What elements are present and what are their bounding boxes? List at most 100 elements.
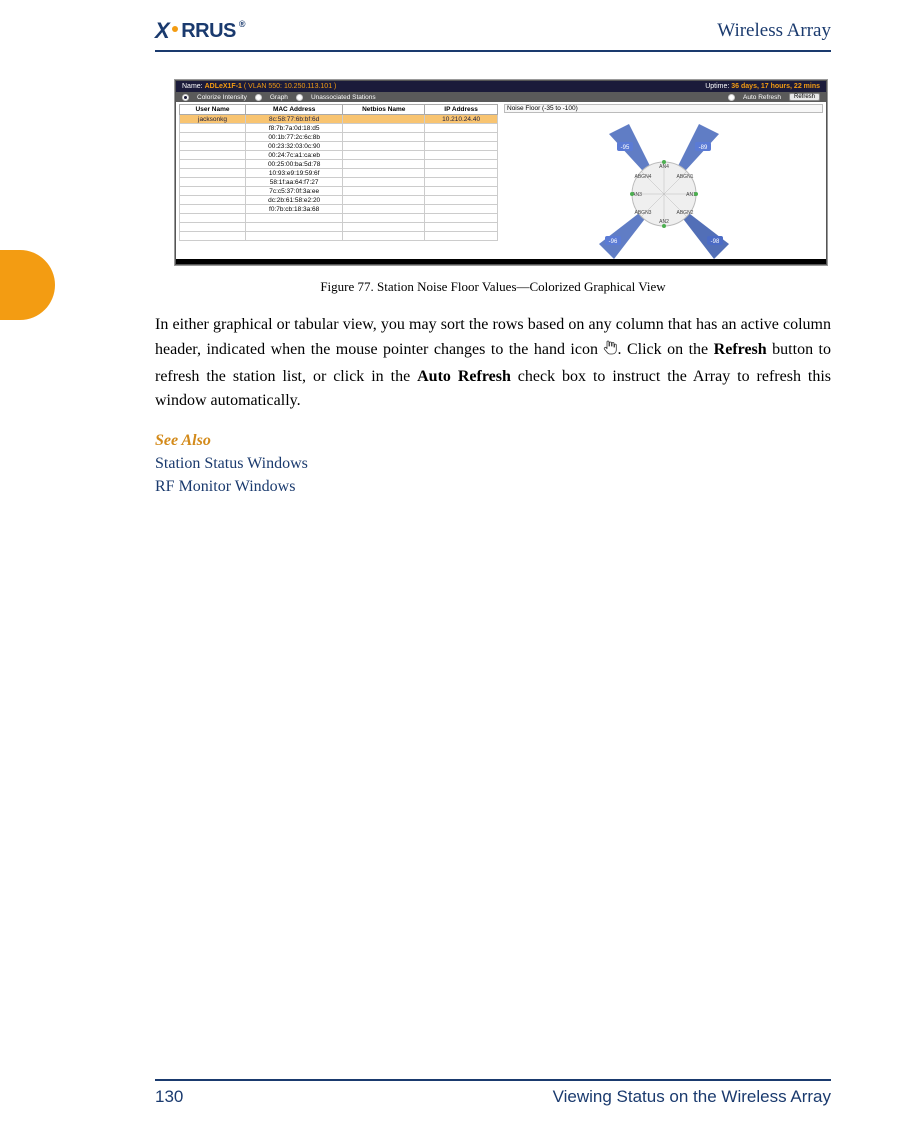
auto-refresh-bold: Auto Refresh — [417, 368, 511, 385]
table-cell: f0:7b:cb:18:3a:68 — [246, 205, 343, 214]
table-cell: f8:7b:7a:0d:18:d5 — [246, 124, 343, 133]
sector-label: ABGN4 — [634, 174, 651, 180]
table-cell: dc:2b:61:58:e2:20 — [246, 196, 343, 205]
body-paragraph: In either graphical or tabular view, you… — [155, 313, 831, 414]
radial-diagram: AN4 ABGN1 AN1 ABGN2 AN2 ABGN3 AN3 ABGN4 — [589, 124, 739, 264]
table-cell — [246, 232, 343, 241]
noise-badge: -96 — [608, 239, 617, 245]
table-cell — [343, 187, 425, 196]
table-row: 10:93:e9:19:59:6f — [180, 169, 498, 178]
refresh-button[interactable]: Refresh — [789, 93, 820, 101]
radio-icon[interactable] — [728, 94, 735, 101]
table-cell — [180, 133, 246, 142]
table-header[interactable]: IP Address — [425, 105, 498, 115]
table-header[interactable]: Netbios Name — [343, 105, 425, 115]
page-header: X RRUS ® Wireless Array — [155, 18, 831, 52]
body-text: . Click on the — [617, 341, 713, 358]
table-row — [180, 223, 498, 232]
doc-title: Wireless Array — [717, 20, 831, 42]
hand-icon — [603, 340, 617, 365]
table-cell — [180, 124, 246, 133]
auto-refresh-label[interactable]: Auto Refresh — [743, 94, 781, 101]
see-also-heading: See Also — [155, 432, 831, 450]
radio-icon[interactable] — [296, 94, 303, 101]
see-also: See Also Station Status Windows RF Monit… — [155, 432, 831, 498]
unassoc-label[interactable]: Unassociated Stations — [311, 94, 376, 101]
table-cell — [180, 142, 246, 151]
table-cell — [425, 223, 498, 232]
table-cell — [180, 205, 246, 214]
page-footer: 130 Viewing Status on the Wireless Array — [155, 1079, 831, 1107]
noise-floor-label: Noise Floor (-35 to -100) — [504, 104, 823, 113]
table-cell — [180, 196, 246, 205]
colorize-label[interactable]: Colorize Intensity — [197, 94, 247, 101]
table-cell: 00:23:32:03:0c:90 — [246, 142, 343, 151]
screenshot-subbar: Colorize Intensity Graph Unassociated St… — [176, 92, 826, 102]
table-cell — [343, 160, 425, 169]
uptime-value: 36 days, 17 hours, 22 mins — [731, 83, 820, 90]
table-cell: 58:1f:aa:64:f7:27 — [246, 178, 343, 187]
table-cell: 10.210.24.40 — [425, 115, 498, 124]
table-cell — [180, 214, 246, 223]
table-row: 7c:c5:37:0f:3a:ee — [180, 187, 498, 196]
see-also-link[interactable]: Station Status Windows — [155, 452, 831, 475]
refresh-bold: Refresh — [714, 341, 767, 358]
table-cell — [343, 196, 425, 205]
table-cell — [425, 187, 498, 196]
table-row: 58:1f:aa:64:f7:27 — [180, 178, 498, 187]
table-cell: 00:24:7c:a1:ca:eb — [246, 151, 343, 160]
table-row: jacksonkg8c:58:77:6b:bf:6d 10.210.24.40 — [180, 115, 498, 124]
noise-badge: -89 — [698, 145, 707, 151]
table-cell — [343, 214, 425, 223]
table-cell — [180, 169, 246, 178]
table-cell — [425, 196, 498, 205]
page-number: 130 — [155, 1087, 183, 1107]
logo-x: X — [155, 18, 169, 44]
table-cell — [180, 232, 246, 241]
table-cell — [343, 205, 425, 214]
table-header[interactable]: User Name — [180, 105, 246, 115]
table-cell — [425, 133, 498, 142]
table-row: 00:23:32:03:0c:90 — [180, 142, 498, 151]
sector-label: ABGN2 — [676, 210, 693, 216]
table-row: 00:25:00:ba:5d:78 — [180, 160, 498, 169]
table-cell — [343, 142, 425, 151]
table-cell — [343, 124, 425, 133]
table-cell: 8c:58:77:6b:bf:6d — [246, 115, 343, 124]
figure: Name: ADLeX1F-1 ( VLAN 550: 10.250.113.1… — [175, 80, 811, 295]
table-cell — [425, 205, 498, 214]
table-cell — [343, 115, 425, 124]
table-cell — [246, 223, 343, 232]
logo: X RRUS ® — [155, 18, 244, 44]
radio-icon[interactable] — [182, 94, 189, 101]
table-cell — [180, 160, 246, 169]
graph-label[interactable]: Graph — [270, 94, 288, 101]
screenshot: Name: ADLeX1F-1 ( VLAN 550: 10.250.113.1… — [175, 80, 827, 265]
table-cell — [425, 151, 498, 160]
table-row: 00:24:7c:a1:ca:eb — [180, 151, 498, 160]
radio-icon[interactable] — [255, 94, 262, 101]
table-cell — [180, 223, 246, 232]
table-cell — [425, 124, 498, 133]
table-cell — [425, 142, 498, 151]
logo-dot-icon — [172, 26, 178, 32]
table-cell — [425, 232, 498, 241]
footer-section: Viewing Status on the Wireless Array — [553, 1087, 831, 1107]
table-cell — [425, 214, 498, 223]
logo-reg: ® — [239, 19, 245, 29]
table-cell: 7c:c5:37:0f:3a:ee — [246, 187, 343, 196]
table-row: 00:1b:77:2c:6c:8b — [180, 133, 498, 142]
table-header[interactable]: MAC Address — [246, 105, 343, 115]
table-cell: 10:93:e9:19:59:6f — [246, 169, 343, 178]
name-label: Name: — [182, 83, 203, 90]
see-also-link[interactable]: RF Monitor Windows — [155, 475, 831, 498]
table-row: dc:2b:61:58:e2:20 — [180, 196, 498, 205]
table-row — [180, 232, 498, 241]
table-cell — [425, 178, 498, 187]
screenshot-titlebar: Name: ADLeX1F-1 ( VLAN 550: 10.250.113.1… — [176, 81, 826, 92]
table-cell: jacksonkg — [180, 115, 246, 124]
table-row — [180, 214, 498, 223]
sector-label: ABGN1 — [676, 174, 693, 180]
table-cell — [180, 151, 246, 160]
table-cell — [343, 223, 425, 232]
